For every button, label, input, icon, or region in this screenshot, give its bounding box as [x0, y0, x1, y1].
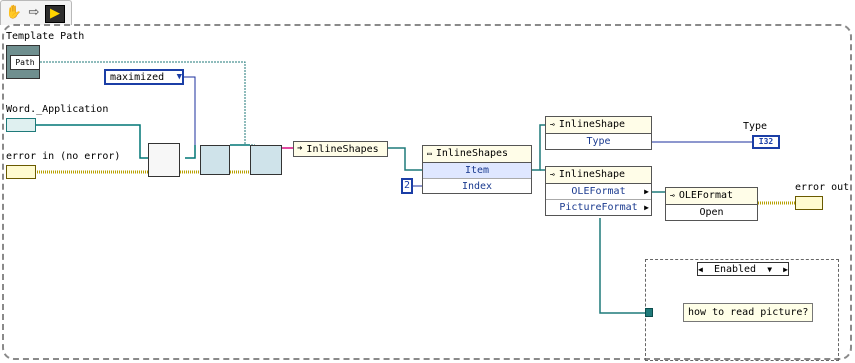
window-state-value: maximized: [110, 71, 165, 83]
word-application-label: Word._Application: [6, 104, 109, 115]
word-application-control[interactable]: [6, 118, 36, 132]
open-row[interactable]: Open: [666, 205, 757, 220]
type-indicator[interactable]: I32: [752, 135, 780, 149]
inline-shape-props-node[interactable]: ⊸ InlineShape OLEFormat ▶ PictureFormat ▶: [545, 166, 652, 216]
open-row-label: Open: [699, 207, 724, 218]
inline-shape-props-title: InlineShape: [558, 169, 626, 180]
chevron-down-icon: ▼: [176, 72, 182, 82]
path-glyph: Path: [10, 55, 40, 70]
type-indicator-label: Type: [743, 121, 768, 132]
type-row[interactable]: Type: [546, 134, 651, 149]
item-row-label: Item: [464, 165, 490, 176]
item-row[interactable]: Item: [423, 163, 531, 178]
oleformat-row-label: OLEFormat: [571, 186, 626, 197]
index-row-label: Index: [461, 181, 493, 192]
error-out-indicator[interactable]: [795, 196, 823, 210]
pictureformat-row-label: PictureFormat: [559, 202, 638, 213]
arrow-right-icon: ▶: [644, 187, 649, 196]
case-selector-value: Enabled: [713, 263, 757, 275]
automation-open-node[interactable]: [148, 143, 180, 177]
error-in-label: error in (no error): [6, 151, 121, 162]
arrow-right-icon: ➜: [297, 144, 303, 154]
type-row-label: Type: [586, 136, 611, 147]
inline-shape-type-node[interactable]: ⊸ InlineShape Type: [545, 116, 652, 150]
inline-shape-type-title: InlineShape: [558, 119, 626, 130]
window-state-enum[interactable]: maximized ▼: [104, 69, 184, 85]
case-next-icon[interactable]: ▶: [783, 265, 788, 274]
chevron-down-icon[interactable]: ▼: [767, 265, 772, 274]
comment-label: how to read picture?: [683, 303, 814, 322]
open-document-node[interactable]: [200, 145, 230, 175]
get-document-node[interactable]: [250, 145, 282, 175]
inline-shapes-prop-title: InlineShapes: [435, 148, 509, 159]
oleformat-title: OLEFormat: [678, 190, 734, 201]
index-constant[interactable]: 2: [401, 178, 413, 194]
case-prev-icon[interactable]: ◀: [698, 265, 703, 274]
property-node-icon: ⊸: [670, 191, 675, 200]
property-node-icon: ▭: [427, 149, 432, 158]
arrow-right-icon: ▶: [644, 203, 649, 212]
error-out-label: error out: [795, 182, 850, 193]
template-path-label: Template Path: [6, 31, 85, 42]
inline-shapes-ref-node[interactable]: ➜ InlineShapes: [293, 141, 388, 157]
oleformat-open-node[interactable]: ⊸ OLEFormat Open: [665, 187, 758, 221]
case-tunnel: [645, 308, 653, 317]
oleformat-row[interactable]: OLEFormat ▶: [546, 184, 651, 199]
inline-shapes-ref-label: InlineShapes: [306, 143, 379, 155]
template-path-control[interactable]: Path: [6, 45, 40, 79]
property-node-icon: ⊸: [550, 170, 555, 179]
pictureformat-row[interactable]: PictureFormat ▶: [546, 199, 651, 215]
inline-shapes-property-node[interactable]: ▭ InlineShapes Item Index: [422, 145, 532, 194]
index-row[interactable]: Index: [423, 178, 531, 194]
property-node-icon: ⊸: [550, 120, 555, 129]
case-selector[interactable]: ◀ Enabled ▼ ▶: [697, 262, 789, 276]
error-in-control[interactable]: [6, 165, 36, 179]
